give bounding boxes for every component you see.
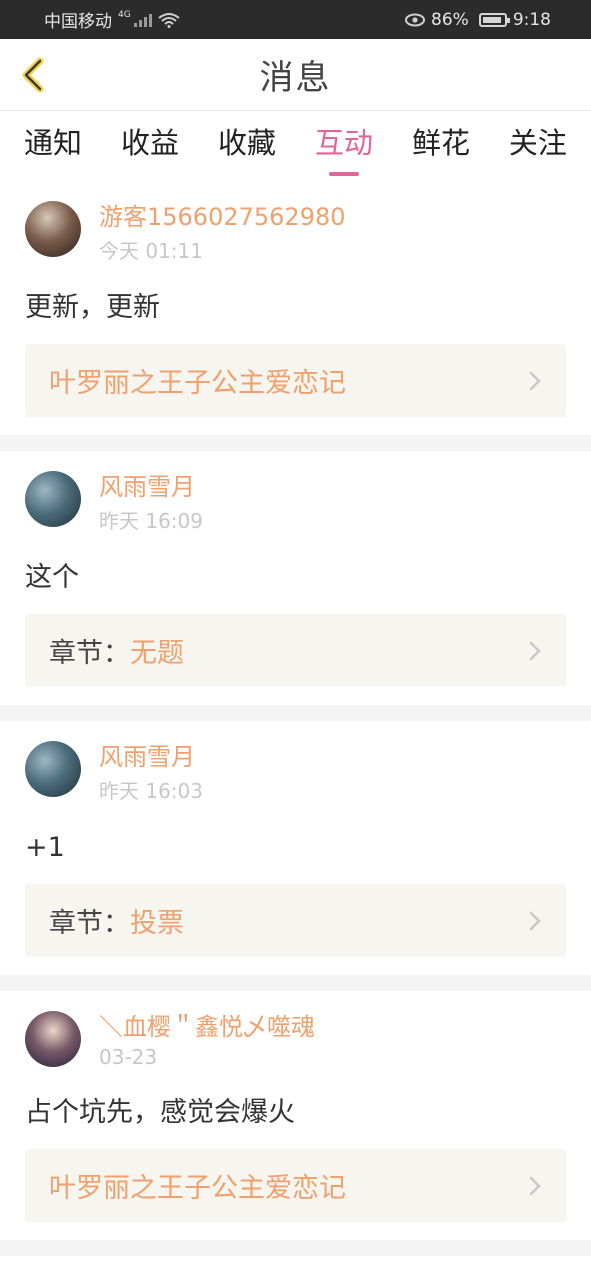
reference-link[interactable]: 叶罗丽之王子公主爱恋记 xyxy=(25,1149,566,1222)
wifi-icon xyxy=(158,12,180,28)
reference-title: 叶罗丽之王子公主爱恋记 xyxy=(49,368,346,399)
reference-title: 投票 xyxy=(130,908,184,939)
reference-prefix: 章节： xyxy=(49,638,130,669)
username[interactable]: 风雨雪月 xyxy=(99,741,203,773)
reference-link[interactable]: 章节： 投票 xyxy=(25,884,566,957)
divider xyxy=(0,705,591,721)
user-info: ＼血樱＂鑫悦乄噬魂 03-23 xyxy=(99,1011,315,1069)
reference-title: 叶罗丽之王子公主爱恋记 xyxy=(49,1173,346,1204)
status-bar: 中国移动 4G 86% 9:18 xyxy=(0,0,591,39)
eye-icon xyxy=(405,13,426,26)
message-item: 风雨雪月 昨天 16:09 这个 章节： 无题 xyxy=(0,451,591,705)
message-content: 占个坑先，感觉会爆火 xyxy=(25,1097,295,1128)
status-left: 中国移动 4G xyxy=(44,7,180,32)
message-content: 更新，更新 xyxy=(25,292,160,323)
status-right: 86% 9:18 xyxy=(405,10,551,30)
battery-percent: 86% xyxy=(431,9,469,30)
avatar[interactable] xyxy=(25,741,81,797)
tab-bar: 通知 收益 收藏 互动 鲜花 关注 xyxy=(0,111,591,181)
back-chevron-icon[interactable] xyxy=(14,55,54,95)
chevron-right-icon xyxy=(529,371,541,391)
user-info: 游客1566027562980 今天 01:11 xyxy=(99,201,346,264)
username[interactable]: ＼血樱＂鑫悦乄噬魂 xyxy=(99,1011,315,1043)
username[interactable]: 风雨雪月 xyxy=(99,471,203,503)
divider xyxy=(0,435,591,451)
tab-interaction[interactable]: 互动 xyxy=(315,120,373,172)
tab-follow[interactable]: 关注 xyxy=(509,120,567,172)
timestamp: 今天 01:11 xyxy=(99,239,203,263)
app-header: 消息 xyxy=(0,39,591,111)
avatar[interactable] xyxy=(25,201,81,257)
message-content: 这个 xyxy=(25,562,79,593)
timestamp: 昨天 16:09 xyxy=(99,509,203,533)
clock: 9:18 xyxy=(512,9,551,30)
divider xyxy=(0,975,591,991)
message-feed: 游客1566027562980 今天 01:11 更新，更新 叶罗丽之王子公主爱… xyxy=(0,181,591,1256)
tab-earnings[interactable]: 收益 xyxy=(121,120,179,172)
chevron-right-icon xyxy=(529,641,541,661)
avatar[interactable] xyxy=(25,471,81,527)
carrier-label: 中国移动 xyxy=(44,12,112,32)
timestamp: 03-23 xyxy=(99,1045,158,1069)
username[interactable]: 游客1566027562980 xyxy=(99,201,346,233)
page-title: 消息 xyxy=(259,58,332,98)
user-info: 风雨雪月 昨天 16:09 xyxy=(99,471,203,534)
user-row: 风雨雪月 昨天 16:09 xyxy=(25,471,566,534)
chevron-right-icon xyxy=(529,911,541,931)
timestamp: 昨天 16:03 xyxy=(99,779,203,803)
reference-link[interactable]: 章节： 无题 xyxy=(25,614,566,687)
network-label: 4G xyxy=(118,9,131,20)
reference-link[interactable]: 叶罗丽之王子公主爱恋记 xyxy=(25,344,566,417)
reference-title: 无题 xyxy=(130,638,184,669)
tab-favorites[interactable]: 收藏 xyxy=(218,120,276,172)
divider xyxy=(0,1240,591,1256)
avatar[interactable] xyxy=(25,1011,81,1067)
tab-flowers[interactable]: 鲜花 xyxy=(412,120,470,172)
user-info: 风雨雪月 昨天 16:03 xyxy=(99,741,203,804)
battery-icon xyxy=(478,12,510,27)
user-row: 游客1566027562980 今天 01:11 xyxy=(25,201,566,264)
message-item: ＼血樱＂鑫悦乄噬魂 03-23 占个坑先，感觉会爆火 叶罗丽之王子公主爱恋记 xyxy=(0,991,591,1240)
message-item: 风雨雪月 昨天 16:03 +1 章节： 投票 xyxy=(0,721,591,975)
user-row: 风雨雪月 昨天 16:03 xyxy=(25,741,566,804)
message-item: 游客1566027562980 今天 01:11 更新，更新 叶罗丽之王子公主爱… xyxy=(0,181,591,435)
signal-icon xyxy=(133,13,152,27)
message-content: +1 xyxy=(25,832,65,863)
chevron-right-icon xyxy=(529,1176,541,1196)
reference-prefix: 章节： xyxy=(49,908,130,939)
user-row: ＼血樱＂鑫悦乄噬魂 03-23 xyxy=(25,1011,566,1069)
tab-notice[interactable]: 通知 xyxy=(24,120,82,172)
